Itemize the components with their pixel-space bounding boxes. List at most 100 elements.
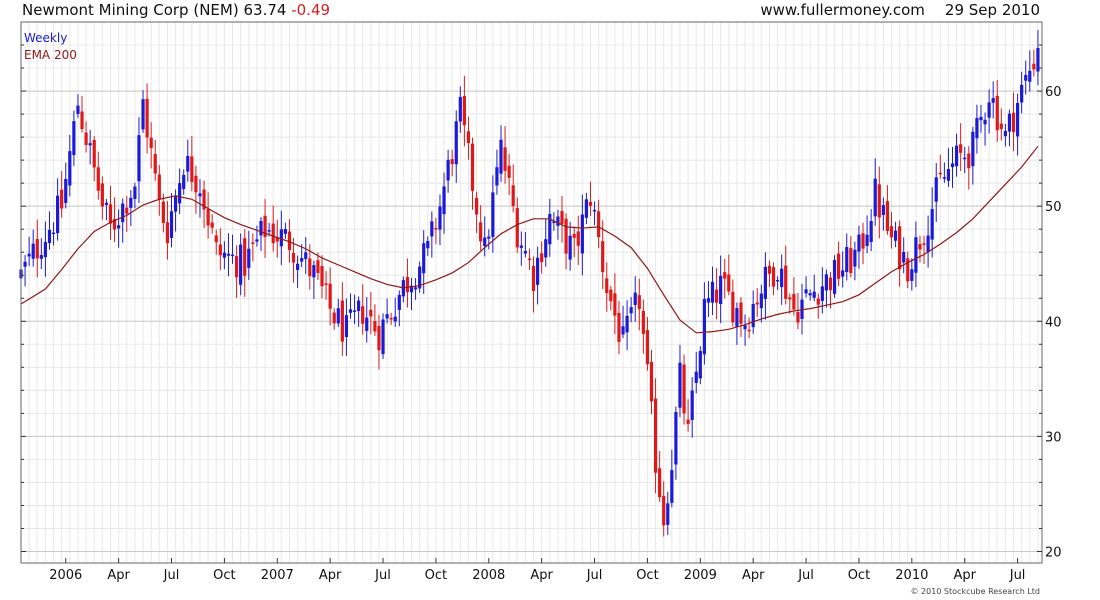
- candle-body: [942, 177, 946, 179]
- x-tick-label: Jul: [586, 568, 603, 583]
- candle-body: [702, 299, 706, 355]
- candle-body: [792, 293, 796, 310]
- candle-body: [531, 265, 536, 292]
- candle-body: [580, 214, 584, 254]
- candle-body: [666, 503, 670, 525]
- candle-body: [474, 197, 479, 215]
- candle-body: [865, 234, 869, 246]
- candle-body: [230, 254, 235, 257]
- candle-body: [96, 167, 100, 191]
- candle-body: [308, 258, 312, 277]
- candle-body: [796, 312, 800, 323]
- candle-body: [963, 157, 967, 160]
- candle-body: [255, 239, 259, 242]
- candle-body: [234, 256, 239, 278]
- candle-body: [291, 252, 296, 263]
- candle-body: [296, 263, 300, 270]
- candle-body: [39, 255, 43, 259]
- candle-body: [161, 201, 165, 224]
- candle-body: [133, 186, 137, 199]
- candle-body: [47, 229, 52, 244]
- candle-body: [1020, 84, 1024, 103]
- candle-body: [194, 175, 198, 193]
- candle-body: [316, 260, 320, 273]
- candle-body: [991, 98, 995, 103]
- candle-body: [747, 329, 751, 332]
- candle-body: [515, 208, 519, 248]
- candle-body: [983, 119, 987, 125]
- candle-body: [369, 309, 373, 317]
- candle-body: [365, 317, 369, 331]
- candle-body: [670, 470, 674, 503]
- candle-body: [719, 275, 723, 305]
- candle-body: [873, 178, 877, 217]
- candle-body: [999, 123, 1003, 129]
- candle-body: [625, 315, 629, 333]
- x-tick-label: 2006: [49, 568, 82, 583]
- candle-body: [710, 281, 715, 303]
- x-tick-label: Apr: [319, 568, 342, 583]
- candle-body: [352, 310, 357, 312]
- candle-body: [922, 243, 926, 245]
- candle-body: [1011, 112, 1016, 133]
- candle-body: [918, 244, 922, 250]
- candle-body: [568, 235, 572, 260]
- candle-body: [214, 235, 218, 243]
- candle-body: [287, 231, 292, 251]
- x-tick-label: Oct: [425, 568, 447, 583]
- candle-body: [633, 292, 637, 305]
- legend-ema: EMA 200: [24, 48, 77, 62]
- candle-body: [751, 304, 755, 328]
- candle-body: [51, 232, 56, 235]
- candle-body: [389, 317, 393, 320]
- candle-body: [137, 135, 141, 182]
- candle-body: [893, 230, 898, 241]
- candle-body: [820, 286, 824, 301]
- candle-body: [841, 270, 845, 277]
- candle-body: [845, 247, 849, 273]
- candle-body: [226, 253, 231, 256]
- candle-body: [898, 226, 902, 270]
- candle-body: [328, 283, 332, 309]
- candle-body: [206, 209, 210, 226]
- candle-body: [434, 227, 438, 230]
- candle-body: [564, 218, 568, 254]
- candle-body: [279, 229, 283, 247]
- candle-body: [426, 240, 430, 249]
- candle-body: [149, 137, 153, 149]
- candle-body: [954, 145, 959, 167]
- y-tick-label: 30: [1045, 430, 1062, 445]
- candle-body: [519, 245, 523, 248]
- candle-body: [629, 307, 633, 314]
- candle-body: [454, 121, 458, 165]
- candle-body: [926, 235, 930, 253]
- candle-body: [1024, 74, 1028, 81]
- candle-body: [92, 139, 96, 168]
- x-tick-label: Jul: [374, 568, 391, 583]
- candle-body: [243, 238, 247, 276]
- candle-body: [735, 308, 739, 327]
- candle-body: [385, 314, 389, 319]
- candle-body: [682, 364, 686, 414]
- candle-body: [165, 222, 170, 244]
- x-axis: 2006 Apr Jul Oct 2007 Apr Jul Oct 2008 Apr Jul Oct 2…: [49, 558, 1025, 583]
- candle-body: [125, 207, 129, 214]
- candle-body: [100, 183, 104, 207]
- candle-body: [698, 351, 702, 379]
- candle-body: [117, 225, 121, 229]
- x-tick-label: Apr: [530, 568, 553, 583]
- candle-body: [597, 211, 601, 238]
- candle-body: [76, 105, 80, 114]
- candle-body: [588, 201, 593, 206]
- candle-body: [613, 293, 617, 316]
- candle-body: [775, 279, 780, 282]
- candle-body: [304, 252, 308, 260]
- candle-body: [153, 153, 157, 174]
- x-tick-label: 2007: [261, 568, 294, 583]
- x-tick-label: Apr: [107, 568, 130, 583]
- candle-body: [121, 203, 125, 223]
- candle-body: [413, 287, 418, 290]
- candle-body: [576, 231, 580, 246]
- candles-layer: [19, 30, 1040, 537]
- x-tick-label: Oct: [213, 568, 235, 583]
